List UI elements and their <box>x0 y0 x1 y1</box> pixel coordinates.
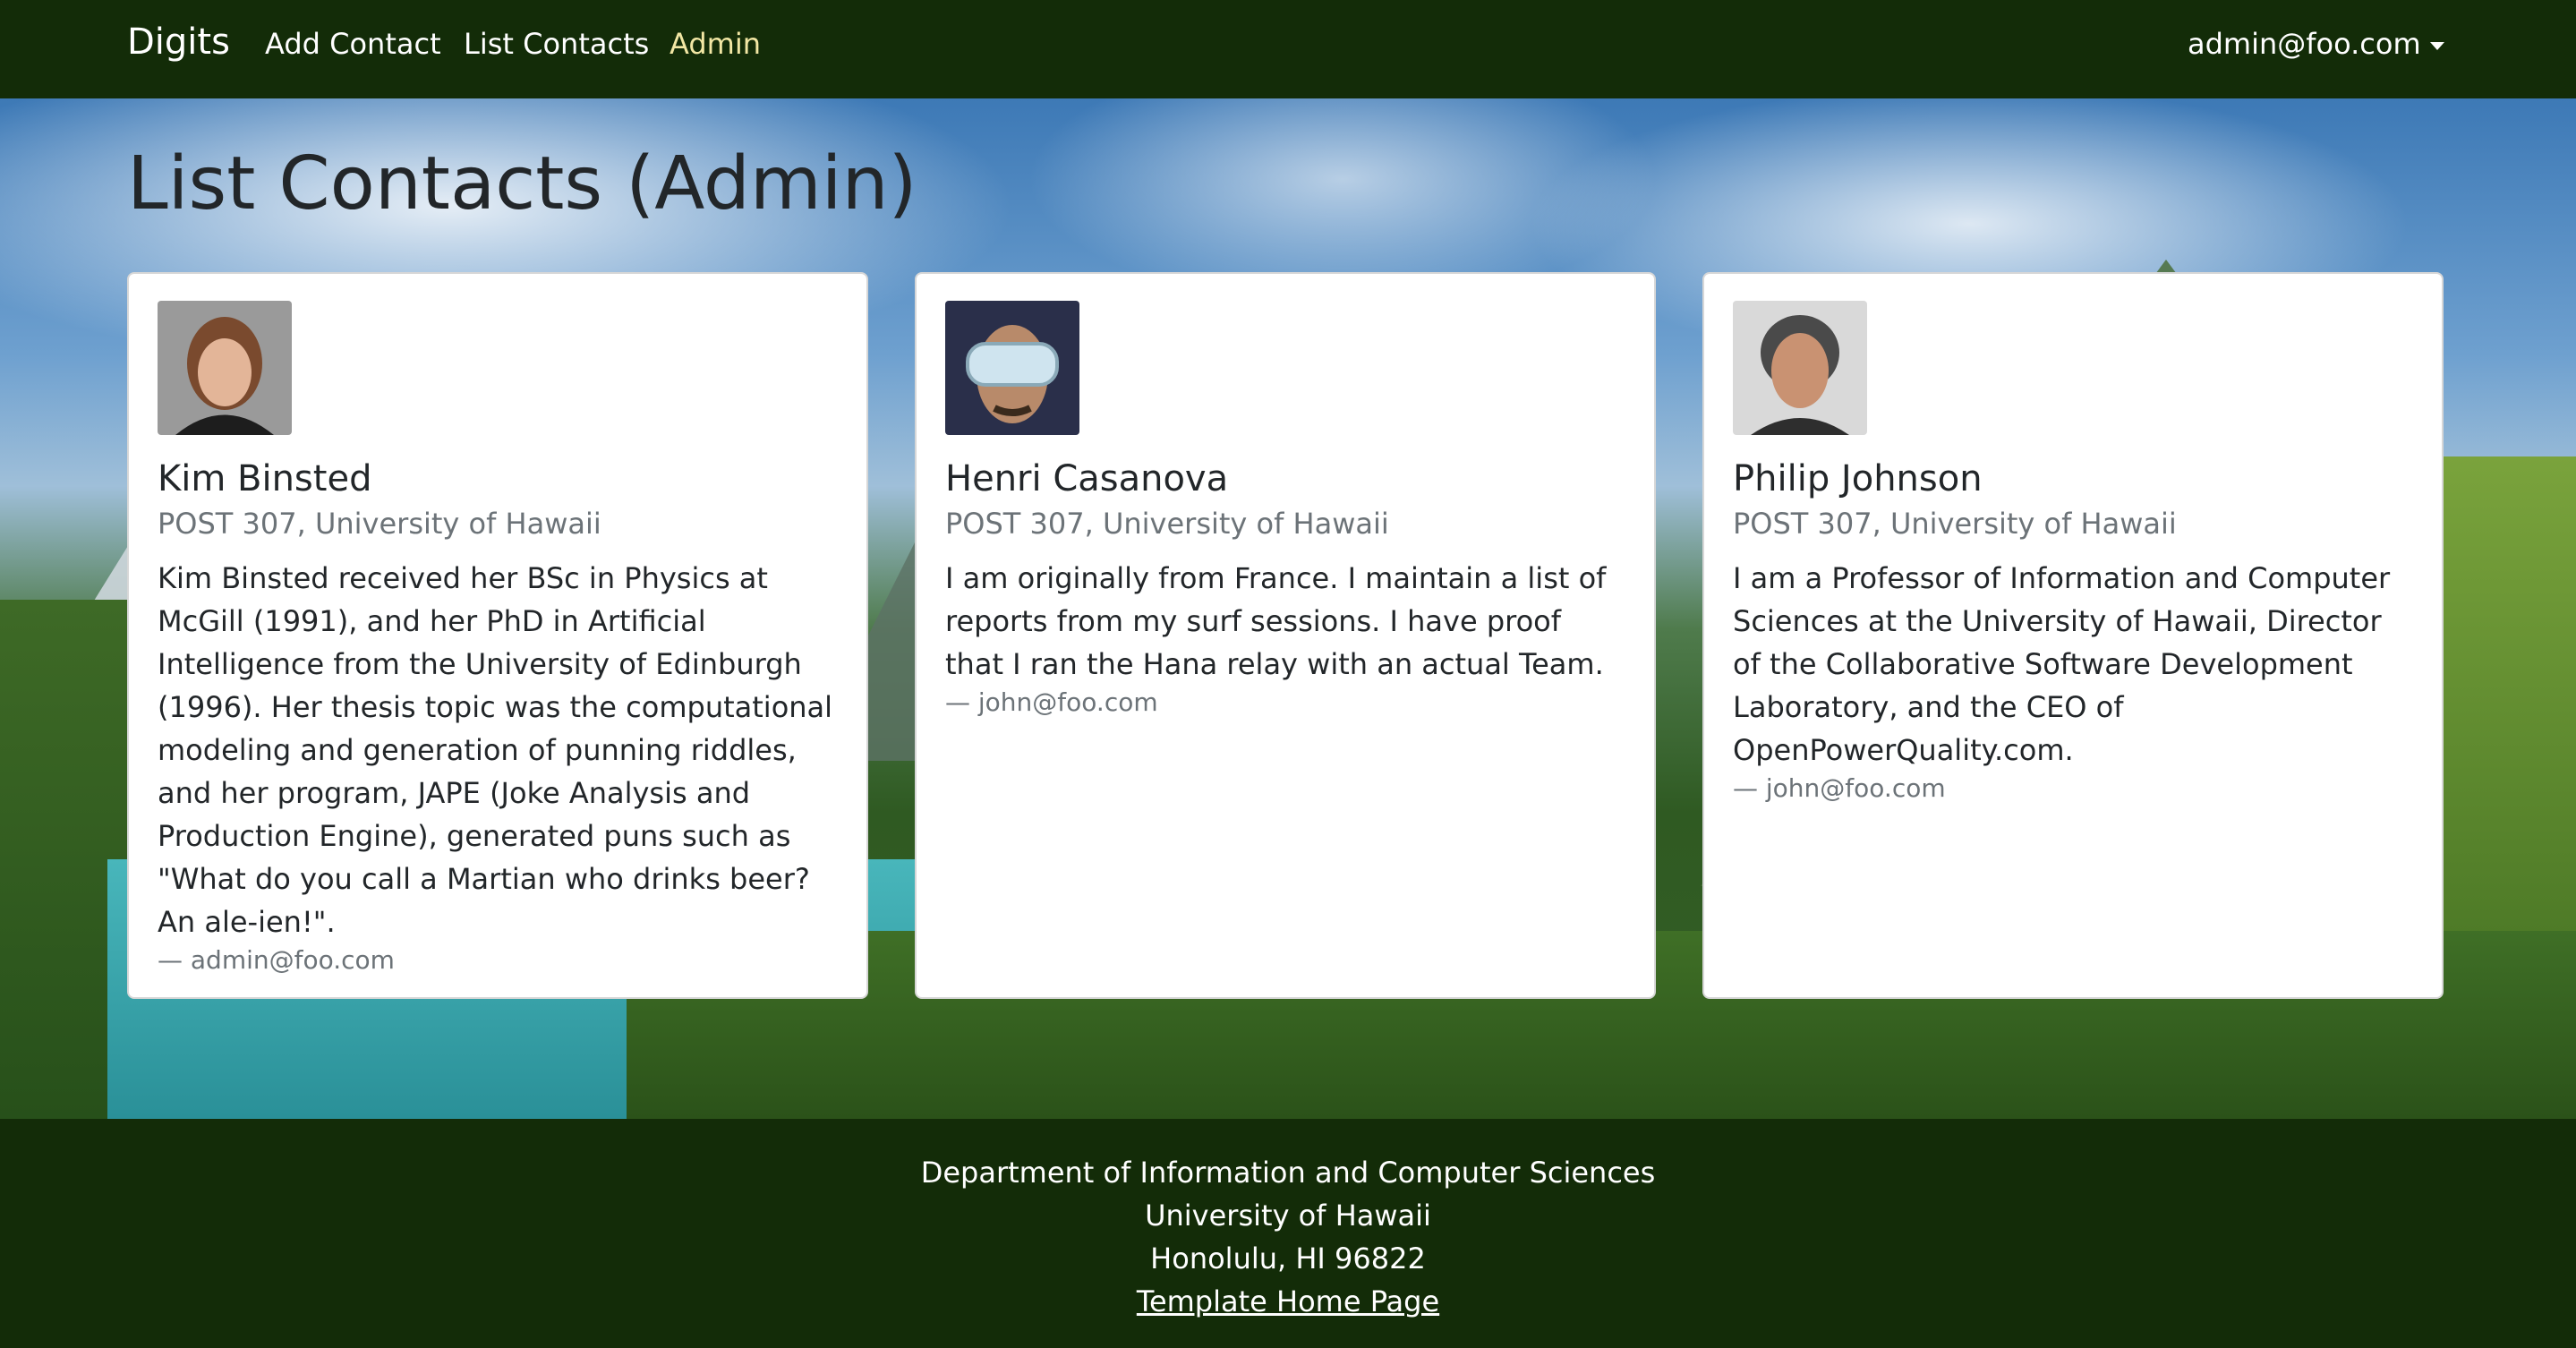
contact-address: POST 307, University of Hawaii <box>158 507 601 541</box>
caret-down-icon <box>2429 41 2444 50</box>
nav-list-contacts[interactable]: List Contacts <box>464 27 649 61</box>
page-title: List Contacts (Admin) <box>127 141 917 226</box>
top-navbar: Digits Add Contact List Contacts Admin a… <box>0 0 2576 98</box>
user-dropdown[interactable]: admin@foo.com <box>2188 27 2444 61</box>
contact-name: Kim Binsted <box>158 458 372 499</box>
contact-description: I am a Professor of Information and Comp… <box>1733 561 2391 767</box>
page-footer: Department of Information and Computer S… <box>0 1119 2576 1348</box>
avatar <box>1733 301 1867 435</box>
template-home-link[interactable]: Template Home Page <box>1137 1284 1439 1318</box>
contact-name: Philip Johnson <box>1733 458 1983 499</box>
nav-add-contact[interactable]: Add Contact <box>265 27 441 61</box>
nav-admin[interactable]: Admin <box>670 27 761 61</box>
footer-city: Honolulu, HI 96822 <box>1150 1241 1426 1275</box>
footer-department: Department of Information and Computer S… <box>920 1156 1656 1190</box>
contact-owner: — john@foo.com <box>1733 773 1946 803</box>
user-email: admin@foo.com <box>2188 27 2421 61</box>
contact-card: Kim Binsted POST 307, University of Hawa… <box>127 272 868 999</box>
contact-owner: — admin@foo.com <box>158 945 395 975</box>
contact-address: POST 307, University of Hawaii <box>945 507 1389 541</box>
brand-link[interactable]: Digits <box>127 21 230 63</box>
avatar <box>945 301 1079 435</box>
contact-description: Kim Binsted received her BSc in Physics … <box>158 561 833 939</box>
contact-name: Henri Casanova <box>945 458 1229 499</box>
contact-owner: — john@foo.com <box>945 687 1158 717</box>
contact-card: Henri Casanova POST 307, University of H… <box>915 272 1656 999</box>
contact-description: I am originally from France. I maintain … <box>945 561 1607 681</box>
footer-university: University of Hawaii <box>1145 1199 1431 1233</box>
contact-address: POST 307, University of Hawaii <box>1733 507 2177 541</box>
contact-card: Philip Johnson POST 307, University of H… <box>1702 272 2444 999</box>
avatar <box>158 301 292 435</box>
